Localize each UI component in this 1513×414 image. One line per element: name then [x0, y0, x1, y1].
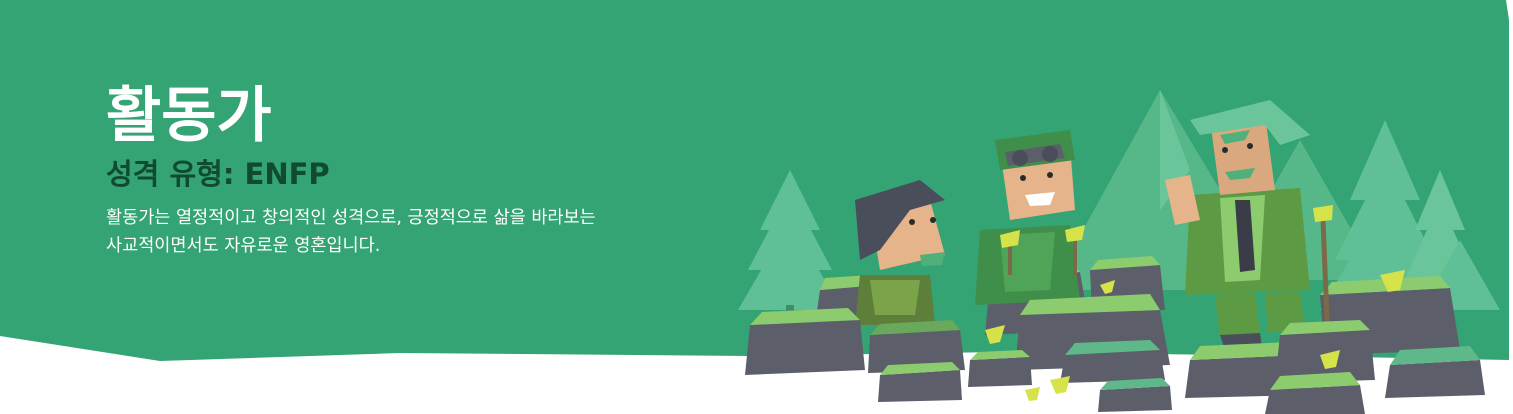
- personality-type-subtitle: 성격 유형: ENFP: [106, 157, 330, 191]
- hero-text: 활동가 성격 유형: ENFP 활동가는 열정적이고 창의적인 성격으로, 긍정…: [106, 78, 596, 260]
- person-icon: [855, 180, 945, 325]
- person-icon: [975, 130, 1085, 305]
- hero-banner: 활동가 성격 유형: ENFP 활동가는 열정적이고 창의적인 성격으로, 긍정…: [0, 0, 1513, 414]
- hero-illustration: [738, 90, 1500, 414]
- page-title: 활동가: [106, 81, 272, 151]
- personality-description: 활동가는 열정적이고 창의적인 성격으로, 긍정적으로 삶을 바라보는 사교적이…: [106, 208, 596, 256]
